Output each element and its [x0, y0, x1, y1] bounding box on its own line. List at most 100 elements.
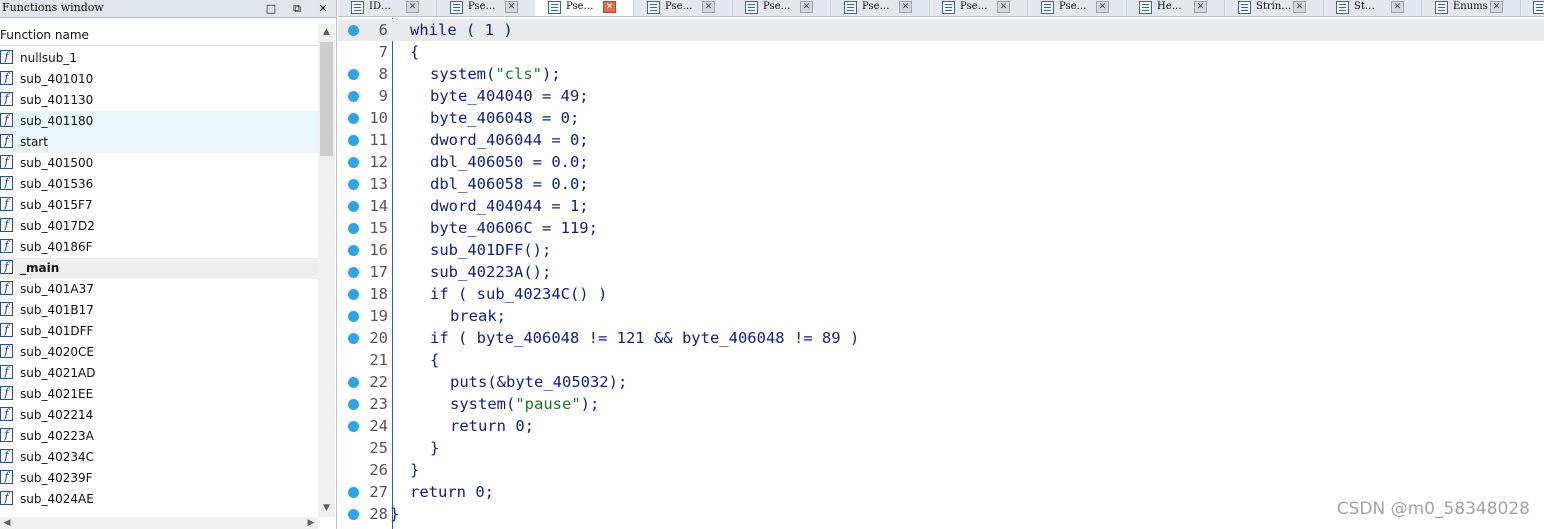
- function-list-item[interactable]: f sub_40186F: [0, 237, 318, 258]
- function-list-item[interactable]: f sub_4015F7: [0, 195, 318, 216]
- code-line[interactable]: 7{: [338, 41, 1544, 63]
- scroll-down-icon[interactable]: ▼: [318, 500, 335, 517]
- float-window-icon[interactable]: ⧉: [290, 1, 304, 16]
- tab[interactable]: Pse… ✕: [831, 0, 930, 16]
- function-list-item[interactable]: f sub_401536: [0, 174, 318, 195]
- tab-label: Pse…: [763, 1, 791, 12]
- column-header-label: Function name: [0, 28, 89, 42]
- scrollbar-thumb[interactable]: [320, 42, 333, 156]
- tab-close-icon[interactable]: ✕: [1293, 1, 1306, 13]
- watermark: CSDN @m0_58348028: [1336, 499, 1530, 519]
- function-list-item[interactable]: f sub_4021EE: [0, 384, 318, 405]
- line-number: 15: [369, 219, 388, 237]
- tab-overflow[interactable]: [1520, 0, 1544, 16]
- code-line[interactable]: 14 dword_404044 = 1;: [338, 195, 1544, 217]
- pseudocode-view[interactable]: 6 while ( 1 ) 7{8 system("cls"); 9 byte_40404…: [338, 18, 1544, 529]
- function-list-item[interactable]: f sub_401500: [0, 153, 318, 174]
- tab[interactable]: St… ✕: [1323, 0, 1422, 16]
- code-line[interactable]: 13 dbl_406058 = 0.0;: [338, 173, 1544, 195]
- function-icon: f: [0, 197, 13, 211]
- function-list-item[interactable]: f sub_4021AD: [0, 363, 318, 384]
- function-icon: f: [0, 491, 13, 505]
- code-line[interactable]: 17 sub_40223A();: [338, 261, 1544, 283]
- function-list-item[interactable]: f sub_4020CE: [0, 342, 318, 363]
- scroll-right-icon[interactable]: ▶: [304, 517, 318, 529]
- function-list-item[interactable]: f sub_401130: [0, 90, 318, 111]
- function-list-item[interactable]: f _main: [0, 258, 318, 279]
- function-list-item[interactable]: f sub_40223A: [0, 426, 318, 447]
- line-number: 27: [369, 483, 388, 501]
- code-line[interactable]: 8 system("cls");: [338, 63, 1544, 85]
- function-name: sub_40186F: [20, 240, 93, 254]
- code-line[interactable]: 12 dbl_406050 = 0.0;: [338, 151, 1544, 173]
- code-line[interactable]: 22 puts(&byte_405032);: [338, 371, 1544, 393]
- function-list-item[interactable]: f sub_40234C: [0, 447, 318, 468]
- tab[interactable]: ID… ✕: [338, 0, 437, 16]
- scroll-up-icon[interactable]: ▲: [318, 24, 335, 41]
- tab-label: ID…: [369, 1, 391, 12]
- code-line[interactable]: 16 sub_401DFF();: [338, 239, 1544, 261]
- tab-close-icon[interactable]: ✕: [1194, 1, 1207, 13]
- tab[interactable]: Pse… ✕: [929, 0, 1028, 16]
- restore-icon[interactable]: □: [264, 1, 278, 16]
- vertical-scrollbar[interactable]: ▲ ▼: [318, 24, 335, 517]
- tab-close-icon[interactable]: ✕: [800, 1, 813, 13]
- function-list-item[interactable]: f sub_4024AE: [0, 489, 318, 510]
- code-line[interactable]: 11 dword_406044 = 0;: [338, 129, 1544, 151]
- code-line[interactable]: 9 byte_404040 = 49;: [338, 85, 1544, 107]
- tab-close-icon[interactable]: ✕: [1096, 1, 1109, 13]
- function-list-item[interactable]: f start: [0, 132, 318, 153]
- tab-close-icon[interactable]: ✕: [406, 1, 419, 13]
- function-list-item[interactable]: f sub_4017D2: [0, 216, 318, 237]
- function-list-item[interactable]: f sub_401DFF: [0, 321, 318, 342]
- function-name-column-header[interactable]: Function name: [0, 24, 318, 46]
- function-list-item[interactable]: f sub_401B17: [0, 300, 318, 321]
- code-line[interactable]: 23 system("pause");: [338, 393, 1544, 415]
- tab[interactable]: Pse… ✕: [634, 0, 733, 16]
- tab[interactable]: Strin… ✕: [1225, 0, 1324, 16]
- function-list-item[interactable]: f sub_401010: [0, 69, 318, 90]
- function-list-item[interactable]: f nullsub_1: [0, 48, 318, 69]
- tab-label: St…: [1354, 1, 1375, 12]
- close-icon[interactable]: ✕: [316, 1, 330, 16]
- tab-close-icon[interactable]: ✕: [702, 1, 715, 13]
- function-list-item[interactable]: f sub_401A37: [0, 279, 318, 300]
- code-line[interactable]: 18 if ( sub_40234C() ): [338, 283, 1544, 305]
- tab[interactable]: Pse… ✕: [732, 0, 831, 16]
- tab-close-icon[interactable]: ✕: [603, 1, 616, 13]
- code-line[interactable]: 15 byte_40606C = 119;: [338, 217, 1544, 239]
- code-line[interactable]: 19 break;: [338, 305, 1544, 327]
- code-line[interactable]: 21 {: [338, 349, 1544, 371]
- tab[interactable]: He… ✕: [1126, 0, 1225, 16]
- function-list-item[interactable]: f sub_402214: [0, 405, 318, 426]
- code-line[interactable]: 26}: [338, 459, 1544, 481]
- code-line[interactable]: 24 return 0;: [338, 415, 1544, 437]
- code-line[interactable]: 20 if ( byte_406048 != 121 && byte_406048…: [338, 327, 1544, 349]
- tab-close-icon[interactable]: ✕: [899, 1, 912, 13]
- horizontal-scrollbar[interactable]: ◀ ▶: [0, 517, 318, 529]
- tab-close-icon[interactable]: ✕: [997, 1, 1010, 13]
- code-line[interactable]: 6 while ( 1 ): [338, 19, 1544, 41]
- scroll-left-icon[interactable]: ◀: [0, 517, 14, 529]
- code-text: break;: [450, 307, 506, 325]
- code-token: system(: [450, 395, 516, 413]
- code-text: sub_401DFF();: [430, 241, 552, 259]
- tab[interactable]: Pse… ✕: [437, 0, 536, 16]
- code-line[interactable]: 25}: [338, 437, 1544, 459]
- tab-close-icon[interactable]: ✕: [505, 1, 518, 13]
- function-name: sub_4015F7: [20, 198, 93, 212]
- tab[interactable]: Pse… ✕: [1028, 0, 1127, 16]
- function-list-item[interactable]: f sub_40239F: [0, 468, 318, 489]
- function-name: sub_402214: [20, 408, 94, 422]
- tab-close-icon[interactable]: ✕: [1490, 1, 1503, 13]
- function-name: sub_401536: [20, 177, 94, 191]
- tab-close-icon[interactable]: ✕: [1391, 1, 1404, 13]
- line-number: 8: [378, 65, 388, 83]
- function-icon: f: [0, 365, 13, 379]
- code-line[interactable]: 10 byte_406048 = 0;: [338, 107, 1544, 129]
- tab[interactable]: Pse… ✕: [535, 0, 634, 16]
- code-text: return 0;: [450, 417, 534, 435]
- tab[interactable]: Enums ✕: [1422, 0, 1521, 16]
- line-number: 14: [369, 197, 388, 215]
- function-list-item[interactable]: f sub_401180: [0, 111, 318, 132]
